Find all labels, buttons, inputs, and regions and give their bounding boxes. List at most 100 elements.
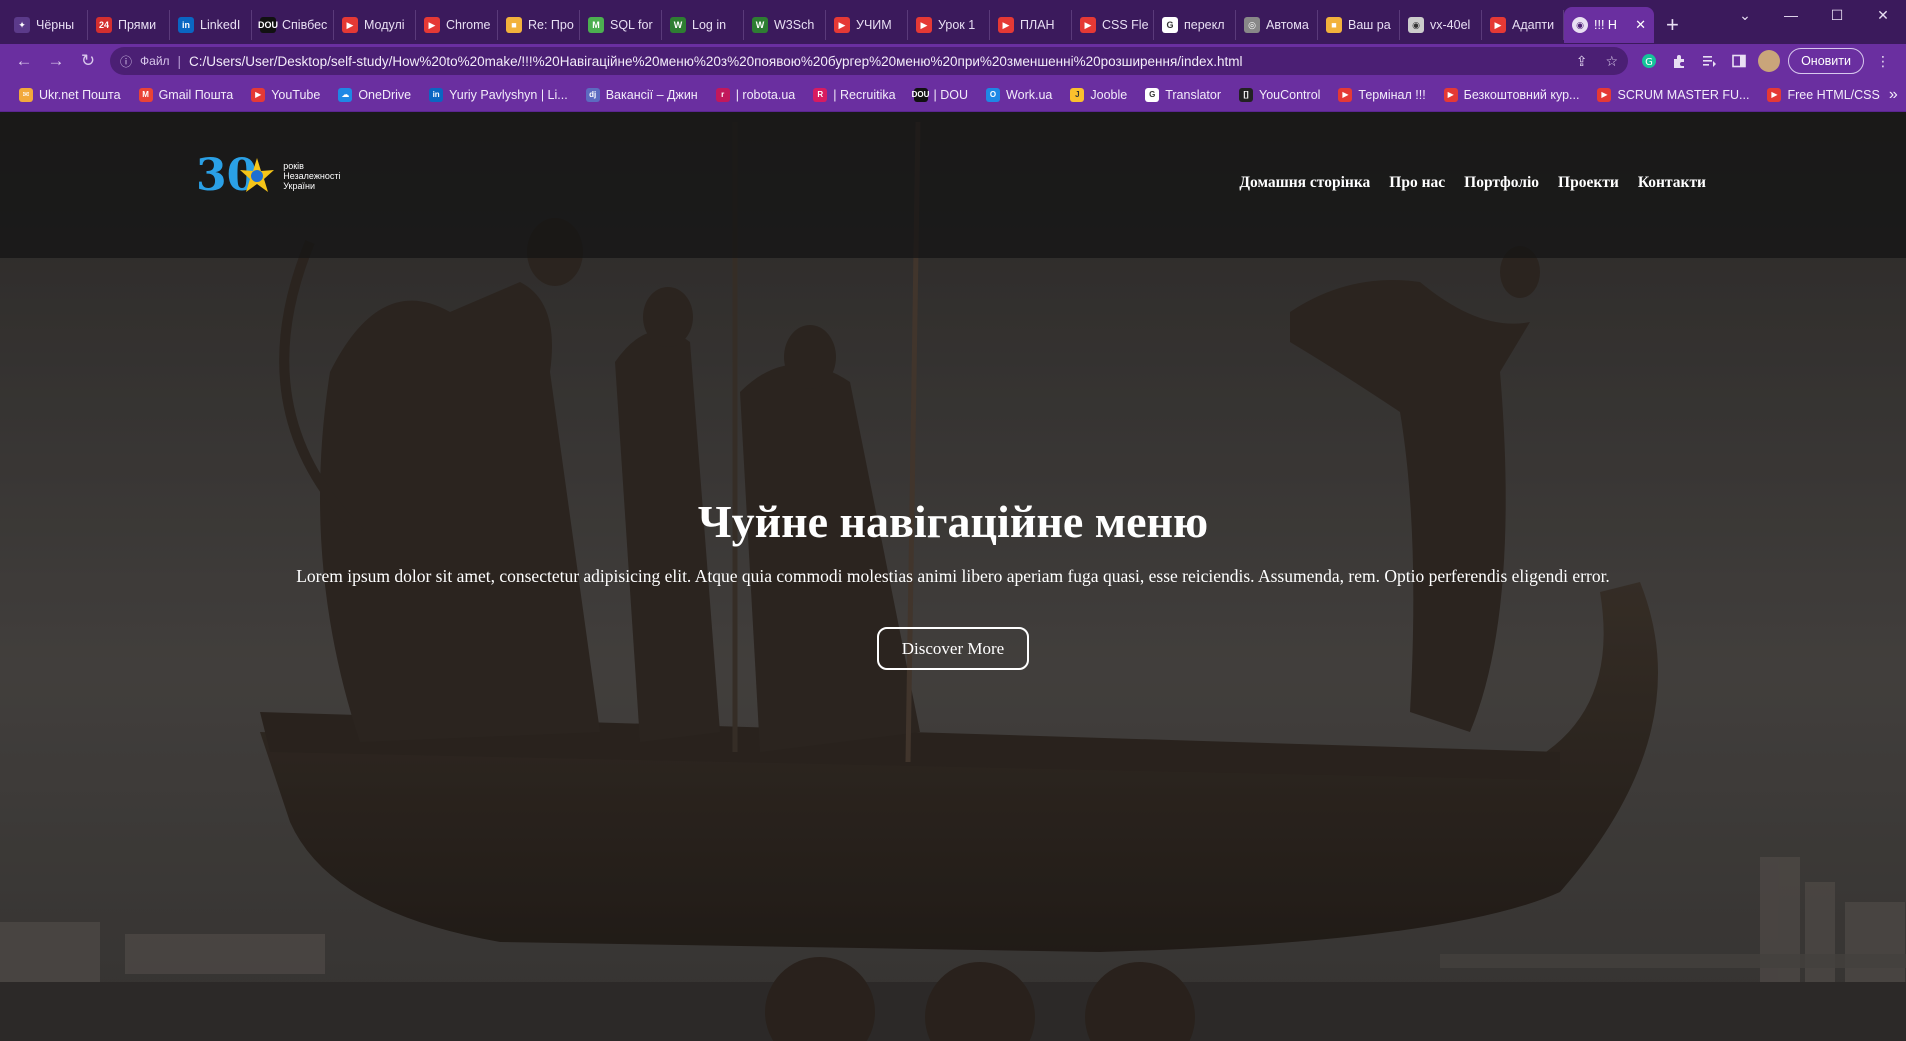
nav-about[interactable]: Про нас bbox=[1389, 174, 1445, 192]
new-tab-button[interactable]: + bbox=[1666, 6, 1679, 44]
info-icon[interactable]: ⓘ bbox=[120, 53, 132, 70]
close-window-button[interactable]: ✕ bbox=[1860, 0, 1906, 30]
bookmark-label: Translator bbox=[1165, 87, 1222, 102]
browser-tab[interactable]: ▶ Адапти bbox=[1482, 10, 1564, 40]
more-menu-icon[interactable]: ⋮ bbox=[1868, 47, 1898, 75]
bookmark-label: Gmail Пошта bbox=[158, 87, 234, 102]
browser-tab[interactable]: ▶ Урок 1 bbox=[908, 10, 990, 40]
bookmark-item[interactable]: ▶ Термінал !!! bbox=[1329, 87, 1434, 102]
bookmark-item[interactable]: in Yuriy Pavlyshyn | Li... bbox=[420, 87, 577, 102]
profile-avatar[interactable] bbox=[1758, 50, 1781, 72]
tab-label: УЧИМ bbox=[856, 18, 892, 32]
browser-tab[interactable]: ◉ vx-40el bbox=[1400, 10, 1482, 40]
browser-tab[interactable]: M SQL for bbox=[580, 10, 662, 40]
bookmark-item[interactable]: O Work.ua bbox=[977, 87, 1061, 102]
site-logo[interactable]: 30 років Незалежності України bbox=[196, 154, 340, 198]
media-queue-icon[interactable] bbox=[1694, 47, 1724, 75]
tab-favicon-icon: in bbox=[178, 17, 194, 33]
globe-icon: ◉ bbox=[1572, 17, 1588, 33]
side-panel-icon[interactable] bbox=[1724, 47, 1754, 75]
bookmark-favicon-icon: dj bbox=[585, 87, 600, 102]
tab-favicon-icon: ▶ bbox=[424, 17, 440, 33]
bookmark-item[interactable]: J Jooble bbox=[1061, 87, 1136, 102]
bookmark-item[interactable]: G Translator bbox=[1136, 87, 1230, 102]
tab-label: Прями bbox=[118, 18, 157, 32]
tab-favicon-icon: W bbox=[752, 17, 768, 33]
tab-search-icon[interactable]: ⌄ bbox=[1722, 0, 1768, 30]
tab-favicon-icon: M bbox=[588, 17, 604, 33]
browser-tab[interactable]: Gперекл bbox=[1154, 10, 1236, 40]
bookmark-item[interactable]: M Gmail Пошта bbox=[130, 87, 243, 102]
browser-tab[interactable]: ✦ Чёрны bbox=[6, 10, 88, 40]
forward-button[interactable]: → bbox=[40, 47, 72, 75]
update-button[interactable]: Оновити bbox=[1788, 48, 1864, 74]
bookmark-item[interactable]: R | Recruitika bbox=[804, 87, 904, 102]
browser-tab[interactable]: DOU Співбес bbox=[252, 10, 334, 40]
browser-tab[interactable]: 24 Прями bbox=[88, 10, 170, 40]
browser-tab[interactable]: W Log in bbox=[662, 10, 744, 40]
nav-projects[interactable]: Проекти bbox=[1558, 174, 1619, 192]
bookmark-item[interactable]: DOU | DOU bbox=[905, 87, 978, 102]
browser-tab[interactable]: W W3Sch bbox=[744, 10, 826, 40]
tab-label: Модулі bbox=[364, 18, 405, 32]
bookmark-star-icon[interactable]: ☆ bbox=[1606, 53, 1619, 70]
browser-tab[interactable]: ▶ CSS Fle bbox=[1072, 10, 1154, 40]
browser-tab[interactable]: ■ Re: Про bbox=[498, 10, 580, 40]
bookmark-item[interactable]: r | robota.ua bbox=[707, 87, 805, 102]
tab-favicon-icon: DOU bbox=[258, 17, 278, 33]
tab-favicon-icon: ■ bbox=[506, 17, 522, 33]
bookmark-favicon-icon: ▶ bbox=[1443, 87, 1458, 102]
url-text[interactable]: C:/Users/User/Desktop/self-study/How%20t… bbox=[189, 54, 1558, 69]
nav-contacts[interactable]: Контакти bbox=[1638, 174, 1706, 192]
back-button[interactable]: ← bbox=[8, 47, 40, 75]
bookmark-item[interactable]: ▶ YouTube bbox=[242, 87, 329, 102]
minimize-button[interactable]: — bbox=[1768, 0, 1814, 30]
browser-tab[interactable]: in LinkedI bbox=[170, 10, 252, 40]
hero-title: Чуйне навігаційне меню bbox=[697, 496, 1209, 547]
tab-label: Чёрны bbox=[36, 18, 75, 32]
tab-label: Log in bbox=[692, 18, 727, 32]
bookmark-label: Free HTML/CSS bbox=[1787, 87, 1880, 102]
bookmark-favicon-icon: [] bbox=[1239, 87, 1254, 102]
maximize-button[interactable]: ☐ bbox=[1814, 0, 1860, 30]
bookmark-label: Ukr.net Пошта bbox=[39, 87, 121, 102]
bookmark-item[interactable]: dj Вакансії – Джин bbox=[577, 87, 707, 102]
scheme-separator: | bbox=[177, 53, 182, 69]
browser-tab[interactable]: ◎ Автома bbox=[1236, 10, 1318, 40]
share-icon[interactable]: ⇪ bbox=[1576, 53, 1588, 70]
browser-tab[interactable]: ▶ Модулі bbox=[334, 10, 416, 40]
bookmark-label: | robota.ua bbox=[735, 87, 796, 102]
scheme-label: Файл bbox=[140, 54, 170, 68]
nav-home[interactable]: Домашня сторінка bbox=[1239, 174, 1370, 192]
reload-button[interactable]: ↻ bbox=[72, 47, 104, 75]
bookmark-favicon-icon: O bbox=[986, 87, 1001, 102]
bookmark-label: Work.ua bbox=[1006, 87, 1053, 102]
bookmark-item[interactable]: ✉ Ukr.net Пошта bbox=[10, 87, 130, 102]
bookmark-item[interactable]: [] YouControl bbox=[1230, 87, 1329, 102]
browser-tab[interactable]: ▶ УЧИМ bbox=[826, 10, 908, 40]
browser-tab[interactable]: ▶ Chrome bbox=[416, 10, 498, 40]
bookmark-item[interactable]: ▶ SCRUM MASTER FU... bbox=[1588, 87, 1758, 102]
bookmark-favicon-icon: G bbox=[1145, 87, 1160, 102]
tab-label: Співбес bbox=[282, 18, 328, 32]
bookmark-favicon-icon: ▶ bbox=[1767, 87, 1782, 102]
discover-more-button[interactable]: Discover More bbox=[877, 627, 1029, 670]
browser-tab[interactable]: ■ Ваш ра bbox=[1318, 10, 1400, 40]
bookmark-item[interactable]: ☁ OneDrive bbox=[329, 87, 420, 102]
nav-portfolio[interactable]: Портфоліо bbox=[1464, 174, 1539, 192]
bookmark-label: | DOU bbox=[933, 87, 969, 102]
bookmark-item[interactable]: ▶ Free HTML/CSS bbox=[1758, 87, 1888, 102]
bookmarks-overflow-button[interactable]: » bbox=[1889, 86, 1904, 104]
bookmark-favicon-icon: R bbox=[813, 87, 828, 102]
hero-subtitle: Lorem ipsum dolor sit amet, consectetur … bbox=[296, 566, 1610, 586]
grammarly-extension-icon[interactable]: G bbox=[1634, 47, 1664, 75]
address-bar[interactable]: ⓘ Файл | C:/Users/User/Desktop/self-stud… bbox=[110, 47, 1629, 75]
bookmark-item[interactable]: ▶ Безкоштовний кур... bbox=[1435, 87, 1589, 102]
browser-tab-active[interactable]: ◉ !!! Н ✕ bbox=[1564, 7, 1654, 43]
bookmark-label: Yuriy Pavlyshyn | Li... bbox=[449, 87, 568, 102]
bookmark-label: OneDrive bbox=[358, 87, 412, 102]
close-tab-icon[interactable]: ✕ bbox=[1635, 17, 1646, 33]
browser-tab[interactable]: ▶ ПЛАН bbox=[990, 10, 1072, 40]
extensions-puzzle-icon[interactable] bbox=[1664, 47, 1694, 75]
tab-favicon-icon: ▶ bbox=[916, 17, 932, 33]
